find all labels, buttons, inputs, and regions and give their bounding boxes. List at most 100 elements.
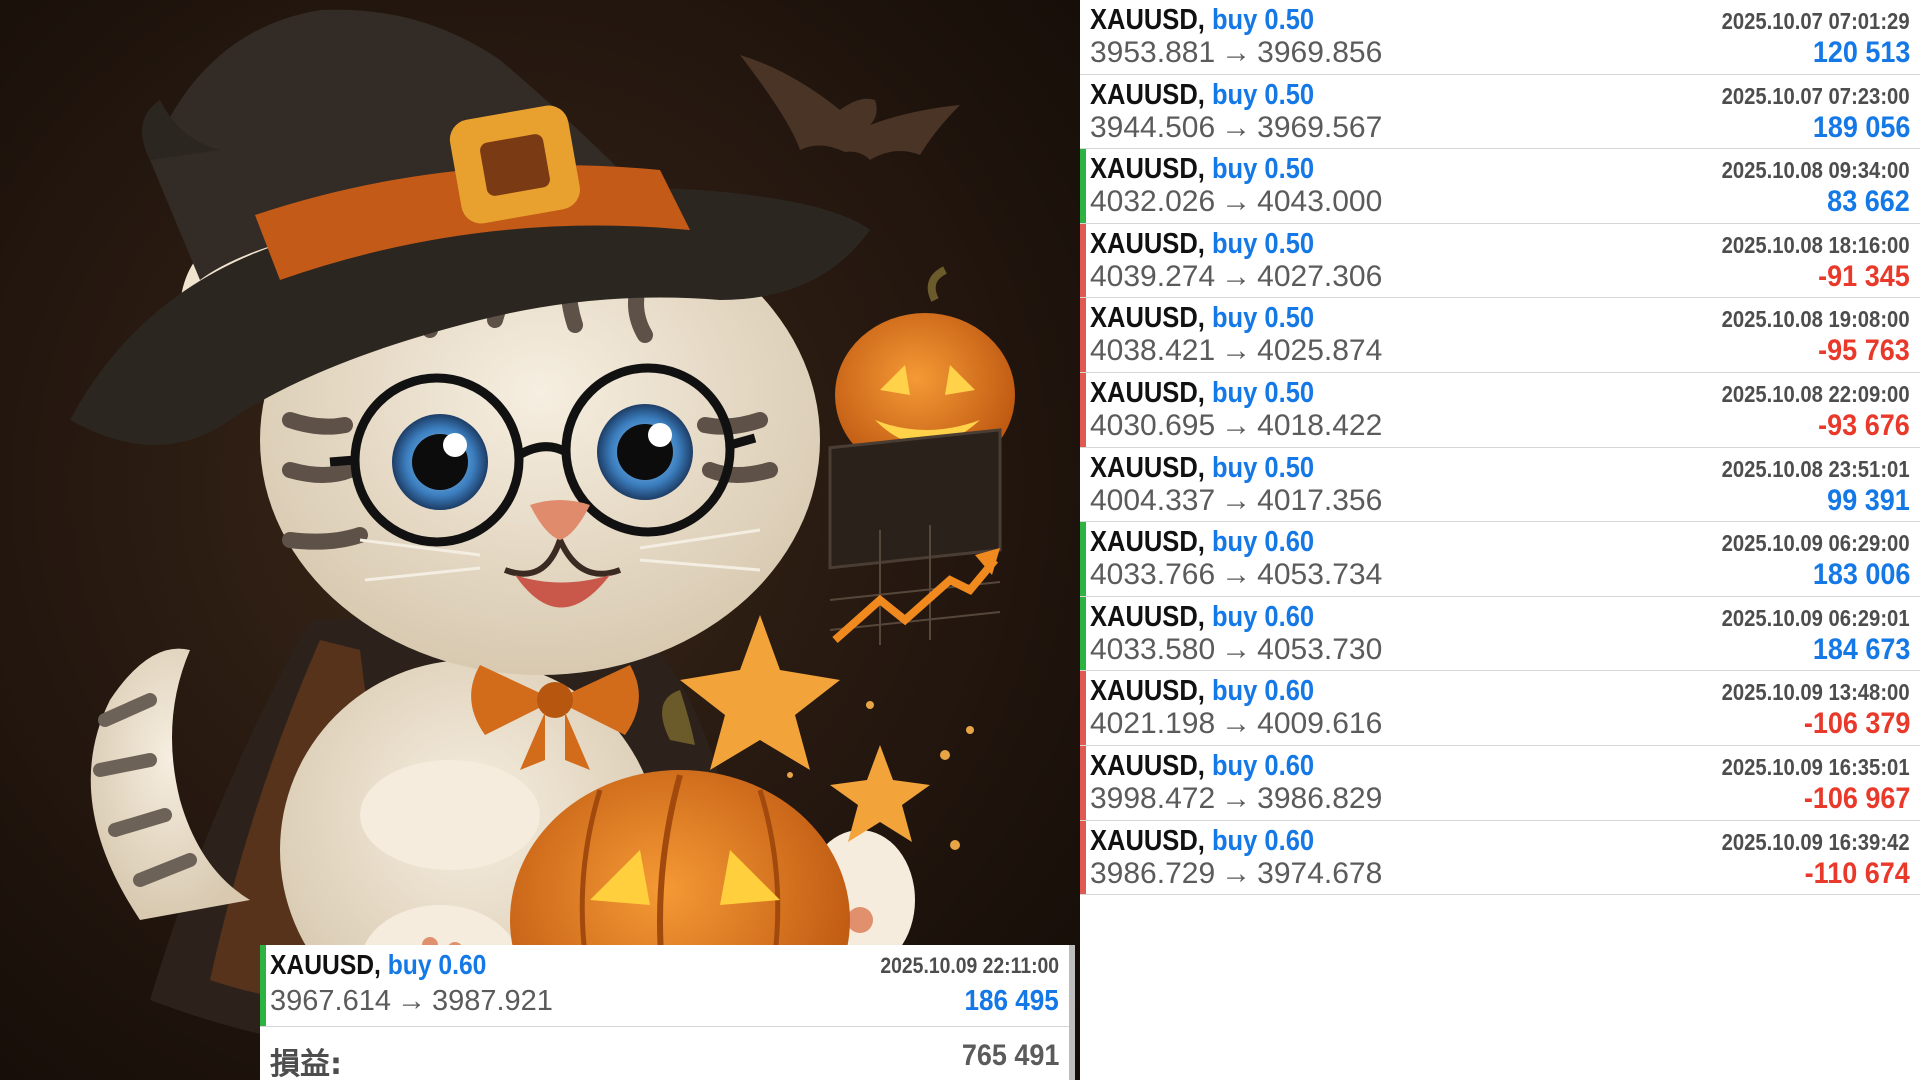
bat-icon	[740, 55, 960, 160]
trade-profit: -106 379	[1803, 707, 1910, 741]
trade-profit: 189 056	[1812, 110, 1910, 144]
trade-side: buy 0.50	[1211, 302, 1315, 335]
result-bar	[1080, 522, 1086, 596]
trade-row[interactable]: XAUUSD, buy 0.60 2025.10.09 16:35:01 3998.…	[1080, 746, 1920, 821]
trade-side: buy 0.60	[1211, 675, 1315, 708]
trade-symbol: XAUUSD, buy 0.60	[1090, 526, 1315, 559]
trade-prices: 4033.766 → 4053.734	[1090, 558, 1383, 592]
result-bar	[1080, 0, 1086, 74]
trade-symbol: XAUUSD, buy 0.60	[1090, 675, 1315, 708]
trade-time: 2025.10.08 22:09:00	[1722, 381, 1910, 407]
trade-profit: -91 345	[1818, 259, 1910, 293]
trade-prices: 4038.421 → 4025.874	[1090, 334, 1383, 368]
trade-symbol: XAUUSD, buy 0.50	[1090, 377, 1315, 409]
trade-prices: 4004.337 → 4017.356	[1090, 483, 1383, 517]
trade-time: 2025.10.08 23:51:01	[1722, 455, 1910, 482]
trade-prices: 3944.506 → 3969.567	[1090, 110, 1383, 144]
trade-row[interactable]: XAUUSD, buy 0.60 2025.10.09 16:39:42 3986.…	[1080, 820, 1920, 896]
trade-side: buy 0.50	[1211, 227, 1315, 260]
total-profit-value: 765 491	[961, 1039, 1059, 1072]
result-bar	[1080, 298, 1086, 372]
result-bar	[1080, 596, 1086, 671]
star-icon	[830, 745, 930, 842]
trade-time: 2025.10.07 07:01:29	[1722, 8, 1910, 34]
result-bar	[1080, 448, 1086, 522]
trade-prices: 4032.026 → 4043.000	[1090, 185, 1383, 219]
trade-prices: 3953.881 → 3969.856	[1090, 36, 1383, 69]
trade-prices: 3967.614 → 3987.921	[270, 985, 553, 1017]
result-bar	[1080, 223, 1086, 298]
trade-profit: 184 673	[1812, 632, 1910, 666]
trade-profit: 99 391	[1827, 483, 1910, 517]
trade-side: buy 0.60	[1211, 824, 1315, 857]
trade-row[interactable]: XAUUSD, buy 0.50 2025.10.08 23:51:01 4004.…	[1080, 447, 1920, 523]
trade-row[interactable]: XAUUSD, buy 0.60 2025.10.09 06:29:01 4033.…	[1080, 596, 1920, 672]
trade-history-list[interactable]: XAUUSD, buy 0.50 2025.10.07 07:01:29 3953.…	[1080, 0, 1920, 1080]
result-bar	[1080, 373, 1086, 447]
result-bar	[260, 945, 266, 1026]
trade-prices: 3998.472 → 3986.829	[1090, 782, 1383, 815]
trade-time: 2025.10.09 16:39:42	[1722, 828, 1910, 855]
trade-symbol: XAUUSD, buy 0.60	[1090, 824, 1315, 857]
trade-prices: 4030.695 → 4018.422	[1090, 409, 1383, 442]
trade-profit: 120 513	[1812, 36, 1910, 69]
trade-prices: 4033.580 → 4053.730	[1090, 632, 1383, 666]
trade-time: 2025.10.09 22:11:00	[880, 953, 1059, 978]
total-profit-label: 損益:	[270, 1047, 342, 1080]
trade-summary-card: XAUUSD, buy 0.60 2025.10.09 22:11:00 396…	[260, 945, 1075, 1080]
trade-time: 2025.10.08 18:16:00	[1722, 231, 1910, 258]
trade-row[interactable]: XAUUSD, buy 0.50 2025.10.08 22:09:00 4030.…	[1080, 373, 1920, 448]
trade-time: 2025.10.09 06:29:01	[1722, 604, 1910, 631]
trade-row[interactable]: XAUUSD, buy 0.50 2025.10.07 07:01:29 3953.…	[1080, 0, 1920, 75]
trade-side: buy 0.50	[1211, 4, 1315, 36]
trade-side: buy 0.50	[1211, 153, 1315, 186]
trade-symbol: XAUUSD, buy 0.50	[1090, 4, 1315, 36]
trade-prices: 4021.198 → 4009.616	[1090, 707, 1383, 741]
trade-symbol: XAUUSD, buy 0.50	[1090, 451, 1315, 484]
chart-arrow-icon	[828, 428, 1002, 645]
trade-profit: 83 662	[1827, 185, 1910, 219]
trade-time: 2025.10.07 07:23:00	[1722, 82, 1910, 109]
trade-profit: 183 006	[1812, 558, 1910, 592]
trade-symbol: XAUUSD, buy 0.60	[1090, 600, 1315, 633]
trade-prices: 3986.729 → 3974.678	[1090, 856, 1383, 890]
trade-side: buy 0.50	[1211, 78, 1315, 111]
trade-row[interactable]: XAUUSD, buy 0.50 2025.10.07 07:23:00 3944.…	[1080, 74, 1920, 150]
result-bar	[1080, 746, 1086, 820]
trade-profit: -110 674	[1804, 856, 1910, 890]
trade-side: buy 0.50	[1211, 451, 1315, 484]
trade-profit: -95 763	[1818, 334, 1910, 368]
trade-time: 2025.10.09 06:29:00	[1722, 530, 1910, 557]
trade-side: buy 0.60	[1211, 750, 1315, 782]
trade-symbol: XAUUSD, buy 0.50	[1090, 302, 1315, 335]
trade-side: buy 0.60	[387, 949, 487, 980]
result-bar	[1080, 149, 1086, 223]
trade-row[interactable]: XAUUSD, buy 0.60 2025.10.09 06:29:00 4033.…	[1080, 522, 1920, 597]
trade-profit: -106 967	[1803, 782, 1910, 815]
trade-symbol: XAUUSD, buy 0.50	[1090, 153, 1315, 186]
trade-row[interactable]: XAUUSD, buy 0.50 2025.10.08 09:34:00 4032.…	[1080, 149, 1920, 224]
trade-row[interactable]: XAUUSD, buy 0.60 2025.10.09 13:48:00 4021.…	[1080, 671, 1920, 746]
trade-row[interactable]: XAUUSD, buy 0.60 2025.10.09 22:11:00 396…	[260, 945, 1069, 1027]
trade-side: buy 0.60	[1211, 526, 1315, 559]
result-bar	[1080, 671, 1086, 745]
trade-symbol: XAUUSD, buy 0.50	[1090, 78, 1315, 111]
trade-side: buy 0.50	[1211, 377, 1315, 409]
trade-time: 2025.10.09 16:35:01	[1722, 754, 1910, 780]
illustration-panel	[0, 0, 1080, 1080]
trade-profit: 186 495	[964, 985, 1059, 1017]
trade-row[interactable]: XAUUSD, buy 0.50 2025.10.08 19:08:00 4038.…	[1080, 298, 1920, 373]
trade-row[interactable]: XAUUSD, buy 0.50 2025.10.08 18:16:00 4039.…	[1080, 223, 1920, 299]
trade-time: 2025.10.08 09:34:00	[1722, 157, 1910, 184]
trade-symbol: XAUUSD, buy 0.60	[1090, 750, 1315, 782]
trade-side: buy 0.60	[1211, 600, 1315, 633]
trade-time: 2025.10.09 13:48:00	[1722, 679, 1910, 706]
result-bar	[1080, 820, 1086, 895]
trade-time: 2025.10.08 19:08:00	[1722, 306, 1910, 333]
trade-prices: 4039.274 → 4027.306	[1090, 259, 1383, 293]
kitten-illustration	[70, 9, 1015, 1071]
trade-profit: -93 676	[1818, 409, 1910, 442]
trade-symbol: XAUUSD, buy 0.50	[1090, 227, 1315, 260]
result-bar	[1080, 75, 1086, 149]
trade-symbol: XAUUSD, buy 0.60	[270, 949, 487, 980]
